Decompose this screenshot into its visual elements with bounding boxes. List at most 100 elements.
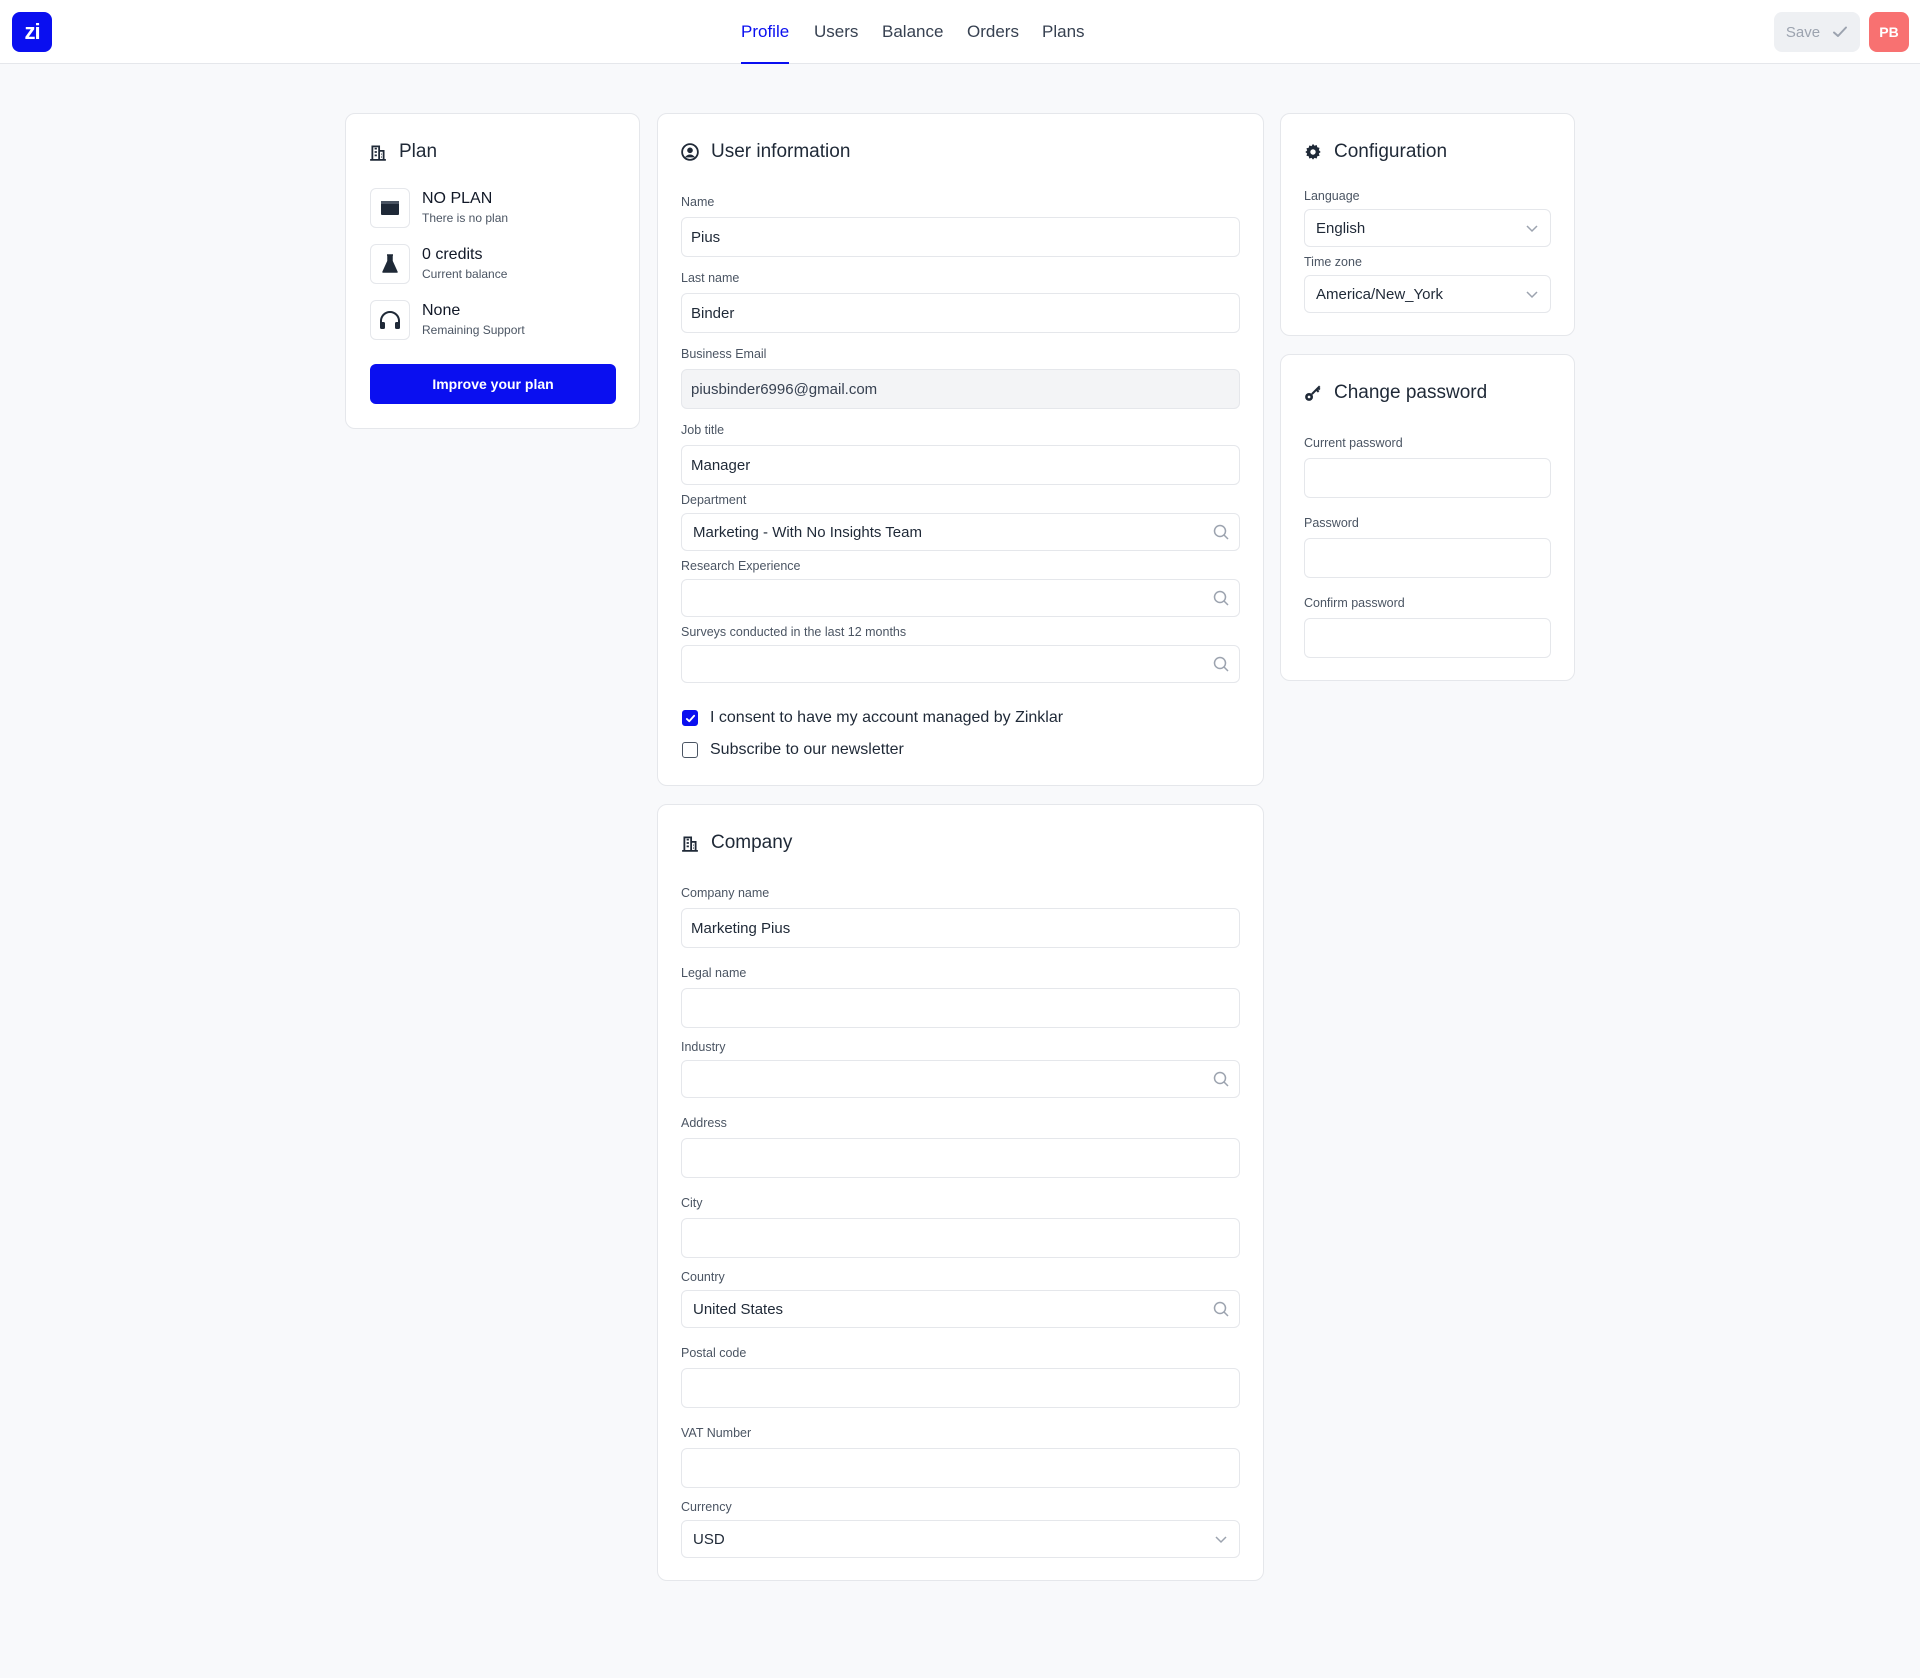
plan-name: NO PLAN bbox=[422, 190, 493, 207]
plan-icon-box bbox=[370, 188, 410, 228]
name-input-value: Pius bbox=[691, 228, 721, 246]
user-info-title-text: User information bbox=[711, 141, 851, 162]
last-name-label: Last name bbox=[681, 271, 740, 285]
nav-tab-users[interactable]: Users bbox=[814, 0, 858, 64]
postal-code-input[interactable] bbox=[681, 1368, 1240, 1408]
city-input[interactable] bbox=[681, 1218, 1240, 1258]
zinklar-logo[interactable]: zi bbox=[12, 12, 52, 52]
chevron-down-icon bbox=[1526, 225, 1538, 233]
gear-icon bbox=[1305, 143, 1321, 160]
company-name-value: Marketing Pius bbox=[691, 919, 791, 937]
confirm-password-label: Confirm password bbox=[1304, 596, 1405, 610]
currency-label: Currency bbox=[681, 1500, 732, 1514]
search-icon bbox=[1213, 1301, 1229, 1317]
email-input-value: piusbinder6996@gmail.com bbox=[691, 380, 878, 398]
credits-subtitle: Current balance bbox=[422, 267, 508, 281]
configuration-card: Configuration Language English Time zone… bbox=[1280, 113, 1575, 336]
plan-item-plan: NO PLAN There is no plan bbox=[370, 188, 620, 232]
vat-number-input[interactable] bbox=[681, 1448, 1240, 1488]
postal-code-label: Postal code bbox=[681, 1346, 747, 1360]
timezone-value: America/New_York bbox=[1316, 285, 1443, 303]
support-subtitle: Remaining Support bbox=[422, 323, 525, 337]
legal-name-input[interactable] bbox=[681, 988, 1240, 1028]
configuration-title: Configuration bbox=[1304, 141, 1447, 163]
industry-select[interactable] bbox=[681, 1060, 1240, 1098]
nav-tab-profile[interactable]: Profile bbox=[741, 0, 790, 64]
newsletter-checkbox[interactable] bbox=[682, 742, 698, 758]
support-icon-box bbox=[370, 300, 410, 340]
address-label: Address bbox=[681, 1116, 727, 1130]
building-icon bbox=[682, 836, 698, 852]
legal-name-label: Legal name bbox=[681, 966, 747, 980]
newsletter-row[interactable]: Subscribe to our newsletter bbox=[682, 741, 904, 759]
nav-tab-orders[interactable]: Orders bbox=[967, 0, 1019, 64]
surveys-label: Surveys conducted in the last 12 months bbox=[681, 625, 907, 639]
main-nav: Profile Users Balance Orders Plans bbox=[0, 0, 1920, 64]
password-input[interactable] bbox=[1304, 538, 1551, 578]
surveys-select[interactable] bbox=[681, 645, 1240, 683]
confirm-password-input[interactable] bbox=[1304, 618, 1551, 658]
industry-label: Industry bbox=[681, 1040, 726, 1054]
address-input[interactable] bbox=[681, 1138, 1240, 1178]
newsletter-label: Subscribe to our newsletter bbox=[710, 741, 904, 758]
country-select[interactable]: United States bbox=[681, 1290, 1240, 1328]
plan-card: Plan NO PLAN There is no plan 0 credits … bbox=[345, 113, 640, 429]
credits-value: 0 credits bbox=[422, 246, 483, 263]
last-name-input-value: Binder bbox=[691, 304, 735, 322]
timezone-label: Time zone bbox=[1304, 255, 1362, 269]
language-value: English bbox=[1316, 219, 1366, 237]
language-select[interactable]: English bbox=[1304, 209, 1551, 247]
department-select[interactable]: Marketing - With No Insights Team bbox=[681, 513, 1240, 551]
name-label: Name bbox=[681, 195, 715, 209]
change-password-title-text: Change password bbox=[1334, 382, 1488, 403]
save-button-label: Save bbox=[1785, 23, 1821, 41]
plan-item-support: None Remaining Support bbox=[370, 300, 620, 344]
department-select-value: Marketing - With No Insights Team bbox=[693, 523, 922, 541]
headphones-icon bbox=[380, 311, 400, 329]
search-icon bbox=[1213, 656, 1229, 672]
card-icon bbox=[381, 201, 399, 215]
company-name-input[interactable]: Marketing Pius bbox=[681, 908, 1240, 948]
consent-checkbox[interactable] bbox=[682, 710, 698, 726]
search-icon bbox=[1213, 524, 1229, 540]
search-icon bbox=[1213, 590, 1229, 606]
search-icon bbox=[1213, 1071, 1229, 1087]
currency-select[interactable]: USD bbox=[681, 1520, 1240, 1558]
change-password-card: Change password Current password Passwor… bbox=[1280, 354, 1575, 681]
current-password-input[interactable] bbox=[1304, 458, 1551, 498]
company-title-text: Company bbox=[711, 832, 793, 853]
consent-row[interactable]: I consent to have my account managed by … bbox=[682, 709, 1063, 727]
chevron-down-icon bbox=[1215, 1536, 1227, 1544]
job-title-input[interactable]: Manager bbox=[681, 445, 1240, 485]
plan-title-text: Plan bbox=[399, 141, 438, 162]
nav-tab-plans[interactable]: Plans bbox=[1042, 0, 1085, 64]
chevron-down-icon bbox=[1526, 291, 1538, 299]
country-label: Country bbox=[681, 1270, 725, 1284]
name-input[interactable]: Pius bbox=[681, 217, 1240, 257]
plan-item-credits: 0 credits Current balance bbox=[370, 244, 620, 288]
company-name-label: Company name bbox=[681, 886, 770, 900]
research-experience-select[interactable] bbox=[681, 579, 1240, 617]
configuration-title-text: Configuration bbox=[1334, 141, 1448, 162]
key-icon bbox=[1305, 385, 1321, 401]
research-experience-label: Research Experience bbox=[681, 559, 801, 573]
timezone-select[interactable]: America/New_York bbox=[1304, 275, 1551, 313]
support-value: None bbox=[422, 302, 461, 319]
last-name-input[interactable]: Binder bbox=[681, 293, 1240, 333]
building-icon bbox=[370, 145, 386, 161]
save-button[interactable]: Save bbox=[1774, 12, 1860, 52]
user-avatar[interactable]: PB bbox=[1869, 12, 1909, 52]
improve-plan-button[interactable]: Improve your plan bbox=[370, 364, 616, 404]
department-label: Department bbox=[681, 493, 747, 507]
country-value: United States bbox=[693, 1300, 784, 1318]
nav-tab-balance[interactable]: Balance bbox=[882, 0, 943, 64]
current-password-label: Current password bbox=[1304, 436, 1403, 450]
company-card: Company Company name Marketing Pius Lega… bbox=[657, 804, 1264, 1581]
consent-label: I consent to have my account managed by … bbox=[710, 709, 1064, 726]
user-circle-icon bbox=[681, 143, 699, 161]
email-input: piusbinder6996@gmail.com bbox=[681, 369, 1240, 409]
job-title-input-value: Manager bbox=[691, 456, 751, 474]
currency-value: USD bbox=[693, 1530, 725, 1548]
check-icon bbox=[1833, 26, 1848, 37]
check-icon bbox=[685, 714, 695, 722]
